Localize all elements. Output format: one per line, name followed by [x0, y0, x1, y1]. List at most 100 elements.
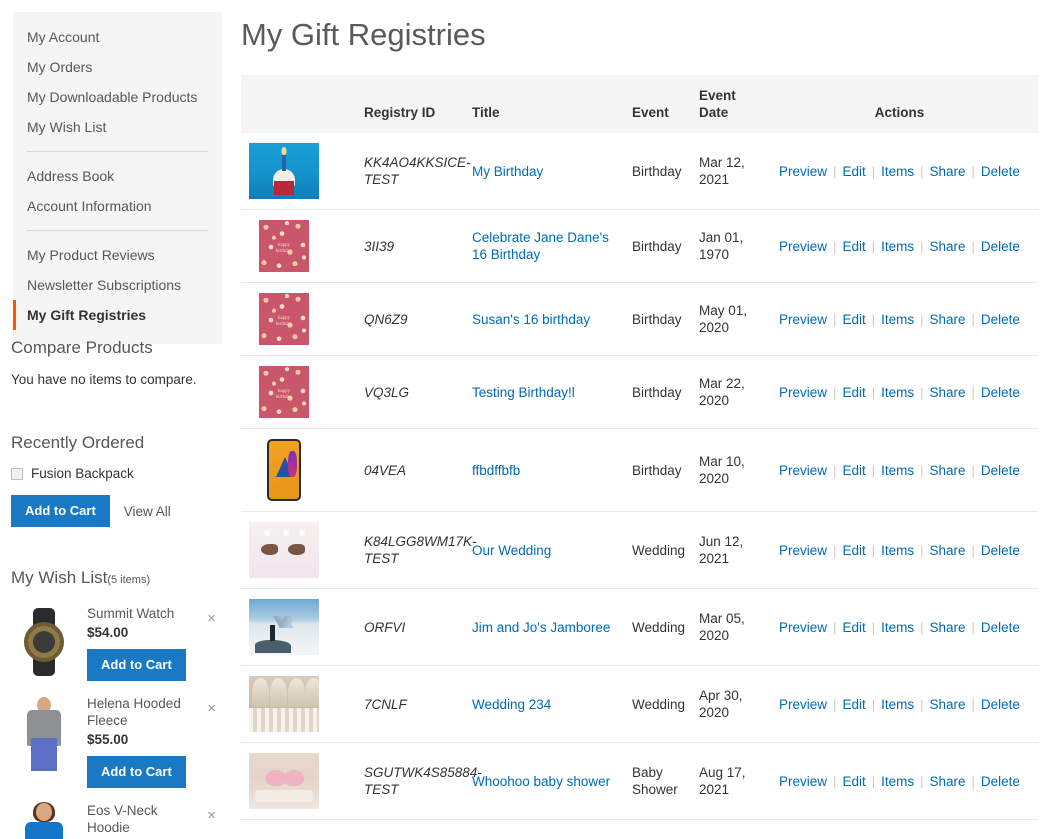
cell-title: Wedding 234: [464, 665, 624, 743]
action-share-link[interactable]: Share: [930, 164, 966, 179]
action-items-link[interactable]: Items: [881, 463, 914, 478]
cell-registry-id: SGUTWK4S85884-TEST: [356, 742, 482, 820]
sidebar-item-my-downloadable-products[interactable]: My Downloadable Products: [13, 82, 222, 112]
action-edit-link[interactable]: Edit: [842, 620, 865, 635]
registry-title-link[interactable]: ffbdffbfb: [472, 463, 520, 478]
action-edit-link[interactable]: Edit: [842, 164, 865, 179]
action-share-link[interactable]: Share: [930, 620, 966, 635]
action-delete-link[interactable]: Delete: [981, 543, 1020, 558]
action-separator: |: [833, 773, 837, 789]
cell-image: happy birthday: [241, 282, 356, 356]
action-items-link[interactable]: Items: [881, 385, 914, 400]
registry-title-link[interactable]: My Birthday: [472, 164, 543, 179]
action-preview-link[interactable]: Preview: [779, 463, 827, 478]
action-items-link[interactable]: Items: [881, 774, 914, 789]
registry-title-link[interactable]: Susan's 16 birthday: [472, 312, 590, 327]
sidebar-item-my-orders[interactable]: My Orders: [13, 52, 222, 82]
sidebar-item-my-account[interactable]: My Account: [13, 22, 222, 52]
action-delete-link[interactable]: Delete: [981, 239, 1020, 254]
action-share-link[interactable]: Share: [930, 697, 966, 712]
registry-title-link[interactable]: Jim and Jo's Jamboree: [472, 620, 610, 635]
wish-item-name[interactable]: Helena Hooded Fleece: [87, 695, 183, 729]
registry-thumbnail-birthday-card: happy birthday: [259, 366, 309, 418]
wish-list-item: Eos V-Neck Hoodie$54.00×: [11, 800, 226, 839]
action-separator: |: [971, 696, 975, 712]
recently-ordered-item[interactable]: Fusion Backpack: [11, 466, 226, 481]
table-body: KK4AO4KKSICE-TEST My Birthday Birthday Mar …: [241, 133, 1038, 820]
action-delete-link[interactable]: Delete: [981, 164, 1020, 179]
sidebar-item-address-book[interactable]: Address Book: [13, 161, 222, 191]
action-share-link[interactable]: Share: [930, 312, 966, 327]
action-separator: |: [971, 311, 975, 327]
action-items-link[interactable]: Items: [881, 312, 914, 327]
action-share-link[interactable]: Share: [930, 543, 966, 558]
wish-item-thumbnail-fleece: [11, 693, 77, 771]
action-delete-link[interactable]: Delete: [981, 697, 1020, 712]
action-edit-link[interactable]: Edit: [842, 312, 865, 327]
action-separator: |: [920, 773, 924, 789]
action-edit-link[interactable]: Edit: [842, 774, 865, 789]
action-preview-link[interactable]: Preview: [779, 239, 827, 254]
cell-registry-id: ORFVI: [356, 588, 464, 666]
action-preview-link[interactable]: Preview: [779, 697, 827, 712]
action-preview-link[interactable]: Preview: [779, 164, 827, 179]
registry-title-link[interactable]: Celebrate Jane Dane's 16 Birthday: [472, 230, 609, 262]
action-preview-link[interactable]: Preview: [779, 312, 827, 327]
action-separator: |: [920, 542, 924, 558]
add-to-cart-button[interactable]: Add to Cart: [11, 495, 110, 527]
wish-item-add-to-cart-button[interactable]: Add to Cart: [87, 649, 186, 681]
action-share-link[interactable]: Share: [930, 239, 966, 254]
cell-title: My Birthday: [464, 133, 624, 210]
action-edit-link[interactable]: Edit: [842, 463, 865, 478]
action-separator: |: [971, 619, 975, 635]
action-delete-link[interactable]: Delete: [981, 312, 1020, 327]
wish-item-name[interactable]: Summit Watch: [87, 605, 183, 622]
action-items-link[interactable]: Items: [881, 164, 914, 179]
cell-image: [241, 428, 356, 512]
view-all-link[interactable]: View All: [124, 504, 171, 519]
action-preview-link[interactable]: Preview: [779, 620, 827, 635]
action-separator: |: [833, 619, 837, 635]
registry-title-link[interactable]: Our Wedding: [472, 543, 551, 558]
registry-title-link[interactable]: Testing Birthday!l: [472, 385, 575, 400]
action-share-link[interactable]: Share: [930, 385, 966, 400]
action-items-link[interactable]: Items: [881, 239, 914, 254]
remove-icon[interactable]: ×: [207, 611, 216, 626]
action-items-link[interactable]: Items: [881, 543, 914, 558]
action-preview-link[interactable]: Preview: [779, 385, 827, 400]
recently-ordered-item-label[interactable]: Fusion Backpack: [31, 466, 134, 481]
action-share-link[interactable]: Share: [930, 774, 966, 789]
registry-title-link[interactable]: Wedding 234: [472, 697, 551, 712]
sidebar-item-my-gift-registries[interactable]: My Gift Registries: [13, 300, 222, 330]
wish-item-add-to-cart-button[interactable]: Add to Cart: [87, 756, 186, 788]
action-edit-link[interactable]: Edit: [842, 239, 865, 254]
registry-title-link[interactable]: Whoohoo baby shower: [472, 774, 610, 789]
action-edit-link[interactable]: Edit: [842, 543, 865, 558]
sidebar-item-account-information[interactable]: Account Information: [13, 191, 222, 221]
action-items-link[interactable]: Items: [881, 697, 914, 712]
sidebar-item-my-wish-list[interactable]: My Wish List: [13, 112, 222, 142]
action-preview-link[interactable]: Preview: [779, 774, 827, 789]
cell-actions: Preview | Edit | Items | Share | Delete: [761, 428, 1038, 512]
action-delete-link[interactable]: Delete: [981, 620, 1020, 635]
action-items-link[interactable]: Items: [881, 620, 914, 635]
action-share-link[interactable]: Share: [930, 463, 966, 478]
recently-ordered-actions: Add to Cart View All: [11, 495, 226, 527]
action-edit-link[interactable]: Edit: [842, 697, 865, 712]
account-page: My Account My Orders My Downloadable Produ…: [0, 0, 1058, 839]
action-delete-link[interactable]: Delete: [981, 463, 1020, 478]
remove-icon[interactable]: ×: [207, 808, 216, 823]
remove-icon[interactable]: ×: [207, 701, 216, 716]
product-checkbox[interactable]: [11, 467, 23, 480]
action-preview-link[interactable]: Preview: [779, 543, 827, 558]
wish-item-name[interactable]: Eos V-Neck Hoodie: [87, 802, 183, 836]
action-separator: |: [833, 384, 837, 400]
column-header-event-date: Event Date: [691, 75, 761, 133]
action-delete-link[interactable]: Delete: [981, 385, 1020, 400]
action-delete-link[interactable]: Delete: [981, 774, 1020, 789]
wish-item-info: Summit Watch $54.00 Add to Cart: [87, 603, 226, 681]
cell-actions: Preview | Edit | Items | Share | Delete: [761, 588, 1038, 666]
sidebar-item-newsletter-subscriptions[interactable]: Newsletter Subscriptions: [13, 270, 222, 300]
sidebar-item-my-product-reviews[interactable]: My Product Reviews: [13, 240, 222, 270]
action-edit-link[interactable]: Edit: [842, 385, 865, 400]
